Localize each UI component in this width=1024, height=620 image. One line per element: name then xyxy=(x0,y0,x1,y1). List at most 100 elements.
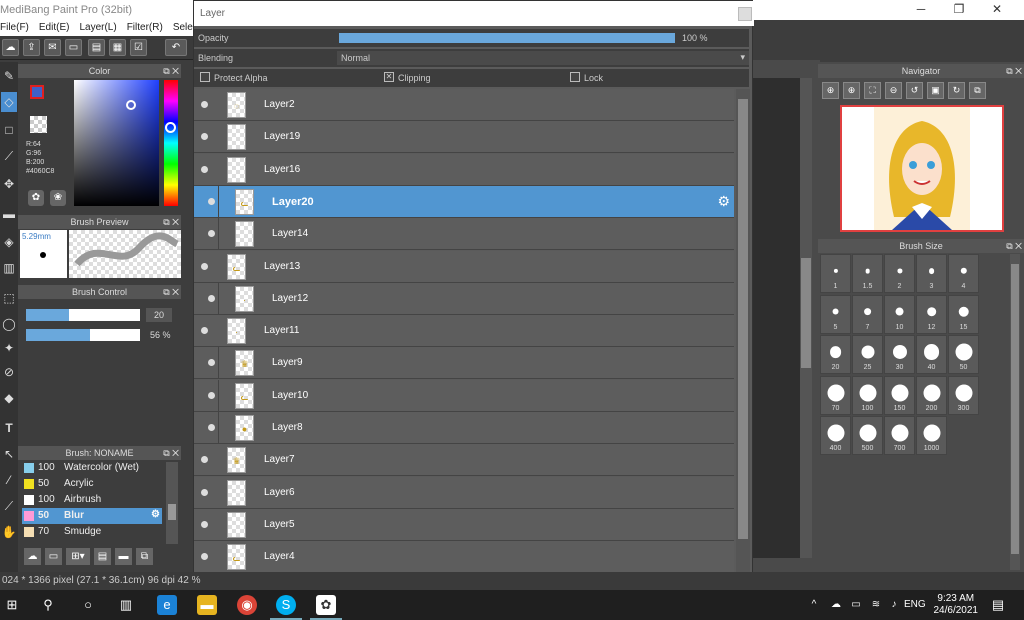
zoom-in-alt-icon[interactable]: ⊕ xyxy=(843,82,860,99)
brush-opacity-slider[interactable] xyxy=(26,329,140,341)
shape-tool-icon[interactable]: ▬ xyxy=(1,204,17,224)
cloud-icon[interactable]: ☁ xyxy=(2,39,19,56)
transparent-color-swatch[interactable] xyxy=(30,116,47,133)
brush-size-option[interactable]: 15 xyxy=(948,294,979,334)
checklist-icon[interactable]: ☑ xyxy=(130,39,147,56)
layer-opacity-slider[interactable] xyxy=(339,33,675,43)
move-tool-icon[interactable]: ✥ xyxy=(1,174,17,194)
brush-size-option[interactable]: 7 xyxy=(852,294,883,334)
blending-select[interactable]: Normal ▾ xyxy=(337,51,749,65)
canvas-vertical-scrollbar[interactable] xyxy=(800,78,812,558)
reset-view-icon[interactable]: ⧉ xyxy=(969,82,986,99)
battery-icon[interactable]: ▭ xyxy=(846,595,866,615)
text-tool-icon[interactable]: T xyxy=(1,418,17,438)
folder-icon[interactable]: ▬ xyxy=(115,548,132,565)
task-view-icon[interactable]: ▥ xyxy=(116,595,136,615)
layer-row[interactable]: ᓚ Layer4 xyxy=(194,541,734,574)
cloud-brush-icon[interactable]: ☁ xyxy=(24,548,41,565)
brush-size-option[interactable]: 300 xyxy=(948,375,979,415)
brush-tool-icon[interactable]: ⟋ xyxy=(1,146,17,166)
layer-settings-gear-icon[interactable]: ⚙ xyxy=(717,193,730,210)
rotate-right-icon[interactable]: ↻ xyxy=(948,82,965,99)
medibang-icon[interactable]: ✿ xyxy=(316,595,336,615)
onedrive-icon[interactable]: ☁ xyxy=(826,595,846,615)
visibility-eye-icon[interactable] xyxy=(208,197,215,205)
search-icon[interactable]: ⚲ xyxy=(38,595,58,615)
flip-icon[interactable]: ▣ xyxy=(927,82,944,99)
brush-size-option[interactable]: 20 xyxy=(820,335,851,374)
duplicate-brush-icon[interactable]: ⧉ xyxy=(136,548,153,565)
brush-size-option[interactable]: 700 xyxy=(884,416,915,455)
brush-list-item[interactable]: 70 Smudge xyxy=(22,524,162,540)
visibility-eye-icon[interactable] xyxy=(208,391,215,399)
hue-slider[interactable] xyxy=(164,80,178,206)
brush-size-option[interactable]: 4 xyxy=(948,254,979,293)
brush-settings-icon[interactable]: ▤ xyxy=(94,548,111,565)
clock[interactable]: 9:23 AM 24/6/2021 xyxy=(934,593,979,617)
brush-size-option[interactable]: 25 xyxy=(852,335,883,374)
brush-list-item[interactable]: 50 Acrylic xyxy=(22,476,162,492)
grid-icon[interactable]: ▦ xyxy=(109,39,126,56)
brush-size-option[interactable]: 1000 xyxy=(916,416,947,455)
layer-row[interactable]: ᓚ Layer13 xyxy=(194,250,734,283)
lasso-icon[interactable]: ◯ xyxy=(1,314,17,334)
add-brush-dropdown-icon[interactable]: ⊞▾ xyxy=(66,548,90,565)
zoom-in-icon[interactable]: ⊕ xyxy=(822,82,839,99)
brush-size-option[interactable]: 50 xyxy=(948,335,979,374)
layer-row[interactable]: ● Layer8 xyxy=(194,412,734,444)
panel-close-icon[interactable]: ⧉ ✕ xyxy=(163,446,179,460)
brush-size-option[interactable]: 5 xyxy=(820,294,851,334)
pen-tool-icon[interactable]: ✎ xyxy=(1,66,17,86)
fit-window-icon[interactable]: ⛶ xyxy=(864,82,881,99)
navigator-preview[interactable] xyxy=(840,105,1004,232)
saturation-value-picker[interactable] xyxy=(74,80,159,206)
panel-close-icon[interactable]: ⧉ ✕ xyxy=(163,64,179,78)
lock-checkbox[interactable] xyxy=(570,72,580,82)
panel-close-icon[interactable]: ⧉ ✕ xyxy=(1006,239,1022,253)
minimize-button[interactable]: ─ xyxy=(902,0,940,20)
layer-row[interactable]: ᓚ Layer20 ⚙ xyxy=(194,185,734,218)
visibility-eye-icon[interactable] xyxy=(201,553,208,561)
layer-list-scrollbar[interactable] xyxy=(736,89,750,589)
select-pen-icon[interactable]: ⊘ xyxy=(1,362,17,382)
share-icon[interactable]: ⇪ xyxy=(23,39,40,56)
visibility-eye-icon[interactable] xyxy=(201,133,208,141)
protect-alpha-checkbox[interactable] xyxy=(200,72,210,82)
color-picker-cursor[interactable] xyxy=(126,100,136,110)
menu-filter[interactable]: Filter(R) xyxy=(127,22,163,36)
skype-icon[interactable]: S xyxy=(276,595,296,615)
undo-icon[interactable]: ↶ xyxy=(165,39,187,56)
brush-list-item[interactable]: 50 Blur ⚙ xyxy=(22,508,162,524)
layer-row[interactable]: Layer5 xyxy=(194,508,734,541)
layer-row[interactable]: ♛ Layer9 xyxy=(194,347,734,380)
menu-file[interactable]: File(F) xyxy=(0,22,29,36)
layer-row[interactable]: Layer6 xyxy=(194,476,734,509)
notifications-icon[interactable]: ▤ xyxy=(988,595,1008,615)
brush-size-option[interactable]: 40 xyxy=(916,335,947,374)
brush-size-option[interactable]: 150 xyxy=(884,375,915,415)
brush-size-option[interactable]: 500 xyxy=(852,416,883,455)
language-indicator[interactable]: ENG xyxy=(904,599,926,610)
eraser-tool-icon[interactable]: ◇ xyxy=(1,92,17,112)
layer-row[interactable]: ♛ Layer7 xyxy=(194,444,734,477)
edge-browser-icon[interactable]: e xyxy=(157,595,177,615)
brush-settings-gear-icon[interactable]: ⚙ xyxy=(151,509,160,520)
palette-icon[interactable]: ✿ xyxy=(28,190,44,206)
brush-size-option[interactable]: 30 xyxy=(884,335,915,374)
brush-size-option[interactable]: 1 xyxy=(820,254,851,293)
document-icon[interactable]: ▤ xyxy=(88,39,105,56)
layer-row[interactable]: Layer19 xyxy=(194,121,734,154)
hue-slider-handle[interactable] xyxy=(165,122,176,133)
cortana-icon[interactable]: ○ xyxy=(78,595,98,615)
hand-tool-icon[interactable]: ✋ xyxy=(1,522,17,542)
visibility-eye-icon[interactable] xyxy=(208,424,215,431)
layer-row[interactable]: · Layer11 xyxy=(194,315,734,348)
layer-row[interactable]: ᓚ Layer10 xyxy=(194,379,734,412)
brush-size-option[interactable]: 70 xyxy=(820,375,851,415)
brush-size-option[interactable]: 200 xyxy=(916,375,947,415)
foreground-color-swatch[interactable] xyxy=(30,85,44,99)
file-explorer-icon[interactable]: ▬ xyxy=(197,595,217,615)
visibility-eye-icon[interactable] xyxy=(201,520,208,528)
brush-size-option[interactable]: 100 xyxy=(852,375,883,415)
brush-size-option[interactable]: 2 xyxy=(884,254,915,293)
